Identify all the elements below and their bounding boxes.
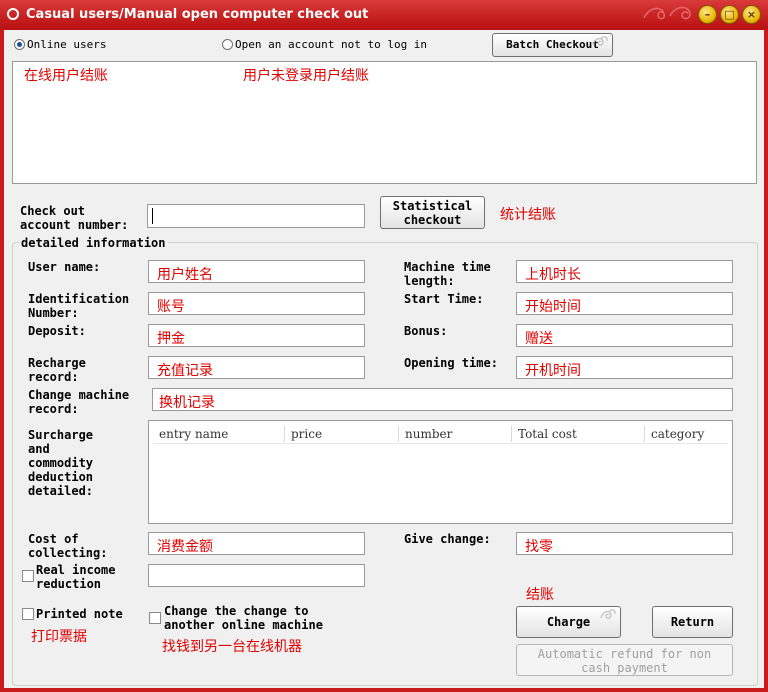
column-header-number[interactable]: number <box>399 426 512 442</box>
identification-number-label-2: Number: <box>28 306 79 320</box>
cost-of-collecting-field[interactable]: 消费金额 <box>148 532 365 555</box>
online-users-label[interactable]: Online users <box>27 38 106 52</box>
swirl-ornament-icon <box>643 6 691 20</box>
change-machine-label-1: Change machine <box>28 388 130 402</box>
user-name-field[interactable]: 用户姓名 <box>148 260 365 283</box>
text-caret <box>152 208 153 224</box>
real-income-reduction-checkbox[interactable] <box>22 570 34 582</box>
identification-number-value: 账号 <box>157 299 185 315</box>
maximize-button[interactable]: □ <box>720 5 739 24</box>
real-income-reduction-label-1[interactable]: Real income <box>36 563 115 577</box>
machine-time-label-1: Machine time <box>404 260 491 274</box>
start-time-value: 开始时间 <box>525 299 581 315</box>
online-checkout-note: 在线用户结账 <box>24 68 108 84</box>
column-header-entry-name[interactable]: entry name <box>153 426 285 442</box>
surcharge-label-5: detailed: <box>28 484 94 498</box>
column-header-total-cost[interactable]: Total cost <box>512 426 645 442</box>
give-change-value: 找零 <box>525 539 553 555</box>
user-name-label: User name: <box>28 260 101 274</box>
bonus-value: 赠送 <box>525 331 553 347</box>
bonus-field[interactable]: 赠送 <box>516 324 733 347</box>
return-button[interactable]: Return <box>652 606 733 638</box>
checkout-account-label-2: account number: <box>20 218 129 232</box>
change-to-machine-label-1[interactable]: Change the change to <box>164 604 309 618</box>
column-header-price[interactable]: price <box>285 426 399 442</box>
opening-time-field[interactable]: 开机时间 <box>516 356 733 379</box>
change-machine-label-2: record: <box>28 402 79 416</box>
statistical-checkout-note: 统计结账 <box>500 207 556 223</box>
charge-button[interactable]: Charge <box>516 606 621 638</box>
recharge-record-label-2: record: <box>28 370 79 384</box>
statistical-checkout-label-2: checkout <box>403 213 462 227</box>
surcharge-label-4: deduction <box>28 470 94 484</box>
app-icon <box>7 8 19 20</box>
change-to-machine-checkbox[interactable] <box>149 612 161 624</box>
charge-cn-note: 结账 <box>526 587 554 603</box>
user-name-value: 用户姓名 <box>157 267 213 283</box>
app-window: Casual users/Manual open computer check … <box>0 0 768 692</box>
minimize-button[interactable]: – <box>698 5 717 24</box>
bonus-label: Bonus: <box>404 324 448 338</box>
automatic-refund-button[interactable]: Automatic refund for non cash payment <box>516 644 733 676</box>
give-change-label: Give change: <box>404 532 491 546</box>
unlogged-checkout-note: 用户未登录用户结账 <box>243 68 369 84</box>
cost-label-1: Cost of <box>28 532 79 546</box>
start-time-label: Start Time: <box>404 292 484 306</box>
printed-note-label[interactable]: Printed note <box>36 607 123 621</box>
swirl-ornament-icon <box>600 609 616 619</box>
batch-checkout-button[interactable]: Batch Checkout <box>492 33 613 57</box>
column-header-category[interactable]: category <box>645 426 729 442</box>
surcharge-table[interactable]: entry name price number Total cost categ… <box>148 420 733 524</box>
swirl-ornament-icon <box>592 36 608 46</box>
client-area: Online users Open an account not to log … <box>4 30 764 688</box>
surcharge-label-3: commodity <box>28 456 94 470</box>
online-users-radio[interactable] <box>14 39 25 50</box>
surcharge-label-1: Surcharge <box>28 428 94 442</box>
checkout-account-label-1: Check out <box>20 204 86 218</box>
printed-note-cn-note: 打印票据 <box>31 629 87 645</box>
machine-time-label-2: length: <box>404 274 455 288</box>
deposit-field[interactable]: 押金 <box>148 324 365 347</box>
start-time-field[interactable]: 开始时间 <box>516 292 733 315</box>
table-header-divider <box>153 443 728 444</box>
cost-label-2: collecting: <box>28 546 108 560</box>
window-title: Casual users/Manual open computer check … <box>26 7 369 22</box>
cost-of-collecting-value: 消费金额 <box>157 539 213 555</box>
open-account-radio[interactable] <box>222 39 233 50</box>
close-button[interactable]: × <box>742 5 761 24</box>
users-list-panel[interactable]: 在线用户结账 用户未登录用户结账 <box>12 61 757 184</box>
real-income-reduction-field[interactable] <box>148 564 365 587</box>
opening-time-label: Opening time: <box>404 356 498 370</box>
deposit-value: 押金 <box>157 331 185 347</box>
machine-time-value: 上机时长 <box>525 267 581 283</box>
recharge-record-label-1: Recharge <box>28 356 86 370</box>
machine-time-field[interactable]: 上机时长 <box>516 260 733 283</box>
change-machine-record-field[interactable]: 换机记录 <box>152 388 733 411</box>
printed-note-checkbox[interactable] <box>22 608 34 620</box>
minimize-icon: – <box>704 8 711 21</box>
automatic-refund-label-1: Automatic refund for non <box>537 647 712 661</box>
recharge-record-field[interactable]: 充值记录 <box>148 356 365 379</box>
statistical-checkout-button[interactable]: Statistical checkout <box>380 196 485 229</box>
recharge-record-value: 充值记录 <box>157 363 213 379</box>
identification-number-label-1: Identification <box>28 292 130 306</box>
change-to-machine-cn-note: 找钱到另一台在线机器 <box>162 639 302 655</box>
detailed-information-title: detailed information <box>19 236 168 250</box>
close-icon: × <box>746 8 757 21</box>
statistical-checkout-label-1: Statistical <box>392 199 473 213</box>
title-bar[interactable]: Casual users/Manual open computer check … <box>0 0 768 30</box>
automatic-refund-label-2: cash payment <box>581 661 668 675</box>
opening-time-value: 开机时间 <box>525 363 581 379</box>
identification-number-field[interactable]: 账号 <box>148 292 365 315</box>
real-income-reduction-label-2[interactable]: reduction <box>36 577 101 591</box>
surcharge-label-2: and <box>28 442 50 456</box>
give-change-field[interactable]: 找零 <box>516 532 733 555</box>
maximize-icon: □ <box>724 8 735 21</box>
change-to-machine-label-2[interactable]: another online machine <box>164 618 323 632</box>
deposit-label: Deposit: <box>28 324 86 338</box>
checkout-account-input[interactable] <box>147 204 365 228</box>
return-button-label: Return <box>670 615 715 629</box>
change-machine-record-value: 换机记录 <box>159 395 215 411</box>
open-account-label[interactable]: Open an account not to log in <box>235 38 427 52</box>
